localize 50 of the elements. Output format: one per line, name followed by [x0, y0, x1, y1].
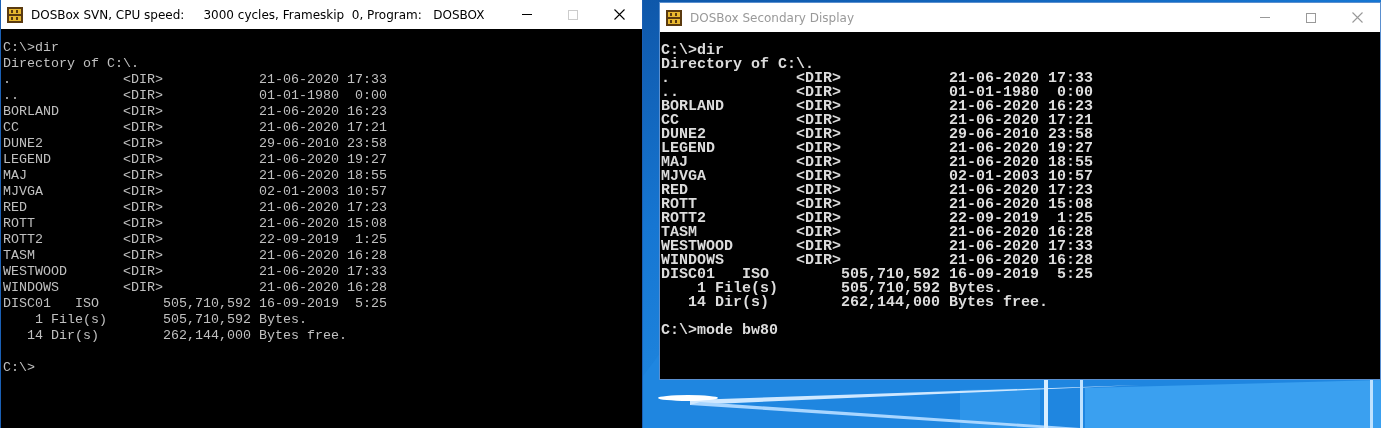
console-line: RED <DIR> 21-06-2020 17:23 — [3, 200, 387, 216]
console-line: .. <DIR> 01-01-1980 0:00 — [661, 86, 1094, 100]
console-line: ROTT <DIR> 21-06-2020 15:08 — [661, 198, 1094, 212]
console-line: WINDOWS <DIR> 21-06-2020 16:28 — [661, 254, 1094, 268]
minimize-icon — [522, 14, 532, 15]
minimize-icon — [1260, 17, 1270, 18]
console-line: C:\>dir — [661, 44, 724, 58]
console-line: Directory of C:\. — [661, 58, 815, 72]
console-line: MJVGA <DIR> 02-01-2003 10:57 — [661, 170, 1094, 184]
console-line: DUNE2 <DIR> 29-06-2010 23:58 — [661, 128, 1094, 142]
console-line: . <DIR> 21-06-2020 17:33 — [3, 72, 387, 88]
command-prompt: C:\>mode bw80 — [661, 324, 779, 338]
console-line: TASM <DIR> 21-06-2020 16:28 — [661, 226, 1094, 240]
console-line: MAJ <DIR> 21-06-2020 18:55 — [3, 168, 387, 184]
console-line: 14 Dir(s) 262,144,000 Bytes free. — [26, 328, 347, 344]
window-title: DOSBox Secondary Display — [690, 10, 856, 25]
console-line: BORLAND <DIR> 21-06-2020 16:23 — [661, 100, 1094, 114]
console-line: DUNE2 <DIR> 29-06-2010 23:58 — [3, 136, 387, 152]
console-line: MAJ <DIR> 21-06-2020 18:55 — [661, 156, 1094, 170]
console-line: MJVGA <DIR> 02-01-2003 10:57 — [3, 184, 387, 200]
console-line: Directory of C:\. — [3, 56, 139, 72]
console-line: BORLAND <DIR> 21-06-2020 16:23 — [3, 104, 387, 120]
close-icon — [613, 9, 625, 20]
console-line: ROTT <DIR> 21-06-2020 15:08 — [3, 216, 387, 232]
dosbox-icon — [666, 9, 682, 26]
console-line: ROTT2 <DIR> 22-09-2019 1:25 — [3, 232, 387, 248]
console-line: LEGEND <DIR> 21-06-2020 19:27 — [661, 142, 1094, 156]
console-line: CC <DIR> 21-06-2020 17:21 — [3, 120, 387, 136]
console-line: 1 File(s) 505,710,592 Bytes. — [34, 312, 307, 328]
console-line: 1 File(s) 505,710,592 Bytes. — [697, 282, 1004, 296]
maximize-icon — [1306, 12, 1316, 23]
console-line: TASM <DIR> 21-06-2020 16:28 — [3, 248, 387, 264]
console-line: RED <DIR> 21-06-2020 17:23 — [661, 184, 1094, 198]
console-line: CC <DIR> 21-06-2020 17:21 — [661, 114, 1094, 128]
console-line: WINDOWS <DIR> 21-06-2020 16:28 — [3, 280, 387, 296]
console-line: . <DIR> 21-06-2020 17:33 — [661, 72, 1094, 86]
dosbox-icon — [7, 6, 23, 23]
maximize-icon — [568, 9, 578, 20]
console-line: WESTWOOD <DIR> 21-06-2020 17:33 — [661, 240, 1094, 254]
window-title: DOSBox SVN, CPU speed: 3000 cycles, Frameskip 0, Program: DOSBOX — [31, 7, 486, 22]
console-line: DISC01 ISO 505,710,592 16-09-2019 5:25 — [661, 268, 1094, 282]
command-prompt: C:\> — [3, 360, 35, 376]
close-icon — [1351, 12, 1363, 23]
console-line: 14 Dir(s) 262,144,000 Bytes free. — [687, 296, 1049, 310]
console-line: .. <DIR> 01-01-1980 0:00 — [3, 88, 387, 104]
console-line: LEGEND <DIR> 21-06-2020 19:27 — [3, 152, 387, 168]
console-line: C:\>dir — [3, 40, 59, 56]
console-line: WESTWOOD <DIR> 21-06-2020 17:33 — [3, 264, 387, 280]
console-line: DISC01 ISO 505,710,592 16-09-2019 5:25 — [3, 296, 387, 312]
console-line: ROTT2 <DIR> 22-09-2019 1:25 — [661, 212, 1094, 226]
